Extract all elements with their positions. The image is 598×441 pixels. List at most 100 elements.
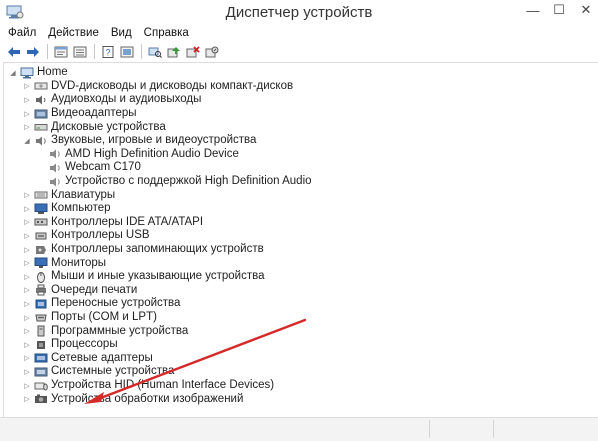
tree-category-label: Порты (COM и LPT) — [51, 311, 157, 324]
dvd-drive-icon — [34, 80, 48, 92]
expand-chevron-icon[interactable]: ▷ — [22, 381, 32, 391]
status-pane — [429, 420, 493, 438]
tree-category[interactable]: ▷ Порты (COM и LPT) — [22, 311, 157, 325]
forward-icon — [27, 46, 39, 57]
menu-help[interactable]: Справка — [138, 26, 195, 42]
tree-category-label: Процессоры — [51, 338, 118, 351]
expand-chevron-icon[interactable]: ▷ — [22, 367, 32, 377]
update-driver-icon — [167, 46, 180, 57]
expand-chevron-icon[interactable]: ▷ — [22, 258, 32, 268]
imaging-device-icon — [34, 393, 48, 405]
back-button[interactable] — [5, 44, 23, 60]
properties-icon — [54, 46, 68, 57]
audio-device-icon — [48, 162, 62, 174]
sound-icon — [34, 135, 48, 147]
expand-chevron-icon[interactable]: ▷ — [22, 122, 32, 132]
system-device-icon — [34, 366, 48, 378]
tree-root[interactable]: ◢ Home — [8, 66, 68, 80]
tree-category[interactable]: ▷ Аудиовходы и аудиовыходы — [22, 93, 201, 107]
tree-category-label: DVD-дисководы и дисководы компакт-дисков — [51, 79, 294, 92]
close-button[interactable]: ✕ — [572, 0, 598, 20]
expand-chevron-icon[interactable]: ▷ — [22, 299, 32, 309]
tree-category[interactable]: ◢ Звуковые, игровые и видеоустройства — [22, 134, 256, 148]
window-title: Диспетчер устройств — [225, 4, 373, 21]
expand-chevron-icon[interactable]: ▷ — [22, 204, 32, 214]
expand-chevron-icon[interactable]: ▷ — [22, 81, 32, 91]
tree-category[interactable]: ▷ DVD-дисководы и дисководы компакт-диско… — [22, 80, 293, 94]
tree-category[interactable]: ▷ Переносные устройства — [22, 297, 180, 311]
uninstall-button[interactable] — [184, 44, 202, 60]
status-bar — [0, 417, 598, 441]
tree-category[interactable]: ▷ Компьютер — [22, 202, 110, 216]
expand-chevron-icon[interactable]: ▷ — [22, 272, 32, 282]
show-hidden-icon — [120, 46, 134, 57]
expand-chevron-icon[interactable]: ▷ — [22, 231, 32, 241]
collapse-chevron-icon[interactable]: ◢ — [8, 68, 18, 78]
forward-button[interactable] — [24, 44, 42, 60]
tree-category[interactable]: ▷ Процессоры — [22, 338, 118, 352]
menu-view[interactable]: Вид — [105, 26, 138, 42]
refresh-icon — [73, 46, 87, 57]
collapse-chevron-icon[interactable]: ◢ — [22, 136, 32, 146]
expand-chevron-icon[interactable]: ▷ — [22, 326, 32, 336]
toolbar: ? — [0, 43, 598, 60]
tree-device-label: Webcam C170 — [65, 161, 141, 174]
tree-category[interactable]: ▷ Контроллеры запоминающих устройств — [22, 243, 263, 257]
menu-file[interactable]: Файл — [0, 26, 42, 42]
tree-category[interactable]: ▷ Клавиатуры — [22, 188, 115, 202]
tree-category[interactable]: ▷ Мыши и иные указывающие устройства — [22, 270, 265, 284]
hid-icon — [34, 380, 48, 392]
expand-chevron-icon[interactable]: ▷ — [22, 285, 32, 295]
tree-category-label: Системные устройства — [51, 365, 175, 378]
expand-chevron-icon[interactable]: ▷ — [22, 353, 32, 363]
scan-hardware-button[interactable] — [146, 44, 164, 60]
expand-chevron-icon[interactable]: ▷ — [22, 245, 32, 255]
menu-action[interactable]: Действие — [42, 26, 105, 42]
title-bar[interactable]: Диспетчер устройств — ☐ ✕ — [0, 0, 598, 26]
processor-icon — [34, 339, 48, 351]
expand-chevron-icon[interactable]: ▷ — [22, 190, 32, 200]
svg-text:?: ? — [105, 47, 110, 57]
tree-category[interactable]: ▷ Контроллеры IDE ATA/ATAPI — [22, 216, 203, 230]
expand-chevron-icon[interactable]: ▷ — [22, 109, 32, 119]
expand-chevron-icon[interactable]: ▷ — [22, 340, 32, 350]
expand-chevron-icon[interactable]: ▷ — [22, 95, 32, 105]
tree-device[interactable]: Webcam C170 — [46, 161, 141, 175]
tree-category[interactable]: ▷ Системные устройства — [22, 365, 174, 379]
expand-chevron-icon[interactable]: ▷ — [22, 313, 32, 323]
tree-category[interactable]: ▷ Мониторы — [22, 256, 106, 270]
tree-category[interactable]: ▷ Очереди печати — [22, 284, 137, 298]
expand-chevron-icon[interactable]: ▷ — [22, 217, 32, 227]
tree-category-label: Очереди печати — [51, 283, 138, 296]
tree-category[interactable]: ▷ Дисковые устройства — [22, 120, 165, 134]
tree-category[interactable]: ▷ Программные устройства — [22, 324, 188, 338]
tree-category-label: Устройства обработки изображений — [51, 392, 244, 405]
tree-category[interactable]: ▷ Сетевые адаптеры — [22, 352, 152, 366]
display-adapter-icon — [34, 108, 48, 120]
tree-category[interactable]: ▷ Контроллеры USB — [22, 229, 149, 243]
maximize-button[interactable]: ☐ — [545, 0, 573, 20]
disable-button[interactable] — [203, 44, 221, 60]
tree-device[interactable]: Устройство с поддержкой High Definition … — [46, 175, 312, 189]
toolbar-separator — [47, 44, 48, 59]
tree-device[interactable]: AMD High Definition Audio Device — [46, 148, 239, 162]
show-hidden-button[interactable] — [118, 44, 136, 60]
update-driver-button[interactable] — [165, 44, 183, 60]
refresh-button[interactable] — [71, 44, 89, 60]
minimize-button[interactable]: — — [519, 0, 547, 20]
tree-category[interactable]: ▷ Устройства HID (Human Interface Devices… — [22, 379, 274, 393]
expand-chevron-icon[interactable]: ▷ — [22, 394, 32, 404]
portable-device-icon — [34, 298, 48, 310]
tree-category-label: Программные устройства — [51, 324, 189, 337]
tree-device-label: Устройство с поддержкой High Definition … — [65, 175, 312, 188]
toolbar-separator — [141, 44, 142, 59]
audio-device-icon — [48, 176, 62, 188]
tree-category[interactable]: ▷ Устройства обработки изображений — [22, 392, 243, 406]
toolbar-separator — [94, 44, 95, 59]
ide-controller-icon — [34, 216, 48, 228]
help-button[interactable]: ? — [99, 44, 117, 60]
properties-button[interactable] — [52, 44, 70, 60]
tree-category[interactable]: ▷ Видеоадаптеры — [22, 107, 136, 121]
disable-icon — [205, 46, 219, 57]
computer-icon — [34, 203, 48, 215]
